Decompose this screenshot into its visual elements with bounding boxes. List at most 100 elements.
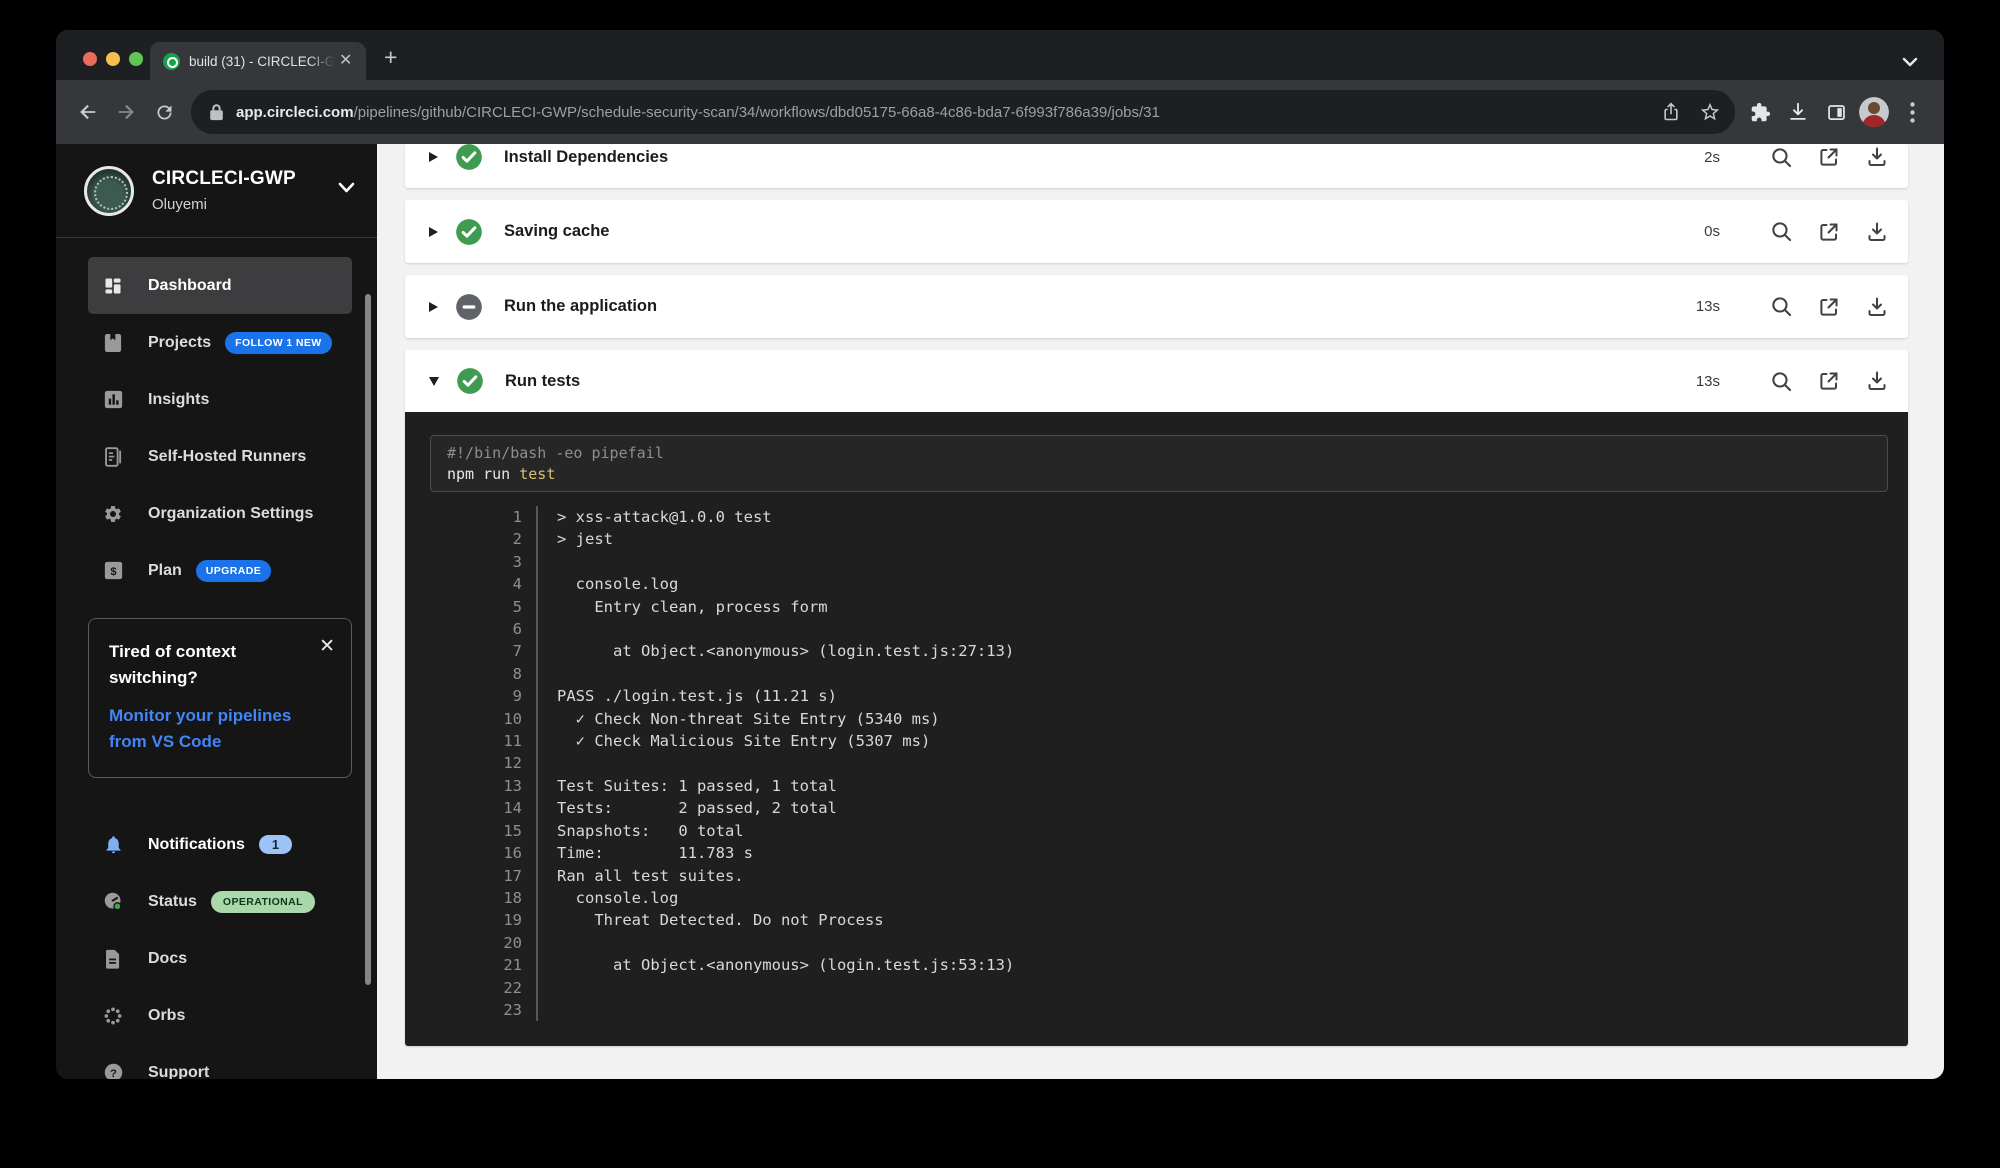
org-name: CIRCLECI-GWP: [152, 168, 296, 189]
sidebar-item-notifications[interactable]: Notifications 1: [88, 816, 352, 873]
terminal-line: 16 Time: 11.783 s: [405, 842, 1888, 865]
sidebar-item-orbs[interactable]: Orbs: [88, 987, 352, 1044]
terminal-line: 21 at Object.<anonymous> (login.test.js:…: [405, 954, 1888, 977]
line-number: 21: [503, 956, 522, 975]
terminal-line: 10 ✓ Check Non-threat Site Entry (5340 m…: [405, 707, 1888, 731]
command-box: #!/bin/bash -eo pipefail npm run test: [430, 435, 1888, 492]
line-number: 2: [512, 530, 522, 549]
org-switcher[interactable]: CIRCLECI-GWP Oluyemi: [56, 144, 377, 238]
line-text: at Object.<anonymous> (login.test.js:27:…: [536, 640, 1014, 663]
browser-menu-dots-icon[interactable]: [1893, 93, 1931, 131]
docs-file-icon: [102, 948, 124, 970]
terminal-line: 23: [405, 998, 1888, 1022]
terminal-line: 13 Test Suites: 1 passed, 1 total: [405, 774, 1888, 798]
minimize-window-button[interactable]: [106, 52, 120, 66]
expand-arrow-icon[interactable]: [429, 226, 438, 237]
url-bar[interactable]: app.circleci.com/pipelines/github/CIRCLE…: [191, 90, 1735, 134]
support-question-icon: ?: [102, 1062, 124, 1079]
step-card-install-dependencies: Install Dependencies 2s: [405, 144, 1908, 188]
sidebar-item-status[interactable]: Status OPERATIONAL: [88, 873, 352, 930]
upgrade-badge[interactable]: UPGRADE: [195, 559, 272, 582]
step-row[interactable]: Install Dependencies 2s: [405, 144, 1908, 188]
browser-tab[interactable]: build (31) - CIRCLECI-GWP/sc ✕: [150, 42, 366, 80]
open-in-new-icon[interactable]: [1816, 144, 1842, 170]
line-number: 20: [503, 933, 522, 952]
extensions-puzzle-icon[interactable]: [1741, 93, 1779, 131]
sidebar-item-plan[interactable]: $ Plan UPGRADE: [88, 542, 352, 599]
tab-search-chevron-icon[interactable]: [1902, 57, 1918, 67]
status-gauge-icon: [102, 891, 124, 913]
line-text: [536, 976, 557, 999]
terminal-line: 20: [405, 931, 1888, 955]
back-icon[interactable]: [69, 93, 107, 131]
new-tab-button[interactable]: +: [384, 46, 397, 69]
shebang-line: #!/bin/bash -eo pipefail: [447, 444, 664, 462]
sidebar-item-insights[interactable]: Insights: [88, 371, 352, 428]
terminal-panel: #!/bin/bash -eo pipefail npm run test 1 >…: [405, 412, 1908, 1047]
vscode-pipelines-link[interactable]: Monitor your pipelines from VS Code: [109, 703, 299, 755]
expand-arrow-icon[interactable]: [429, 152, 438, 162]
search-log-icon[interactable]: [1768, 144, 1794, 170]
success-check-icon: [455, 218, 483, 246]
sidebar-item-docs[interactable]: Docs: [88, 930, 352, 987]
close-icon[interactable]: ✕: [319, 637, 335, 656]
step-row[interactable]: Run the application 13s: [405, 275, 1908, 338]
expand-arrow-icon[interactable]: [429, 301, 438, 312]
side-panel-icon[interactable]: [1817, 93, 1855, 131]
bookmark-star-icon[interactable]: [1699, 101, 1721, 123]
line-text: [536, 618, 557, 641]
line-number: 7: [512, 642, 522, 661]
download-log-icon[interactable]: [1864, 144, 1890, 170]
open-in-new-icon[interactable]: [1816, 219, 1842, 245]
url-text: app.circleci.com/pipelines/github/CIRCLE…: [236, 104, 1643, 121]
line-number: 14: [503, 799, 522, 818]
search-log-icon[interactable]: [1768, 294, 1794, 320]
terminal-line: 9 PASS ./login.test.js (11.21 s): [405, 685, 1888, 708]
sidebar-item-organization-settings[interactable]: Organization Settings: [88, 485, 352, 542]
sidebar-item-support[interactable]: ? Support: [88, 1044, 352, 1079]
open-in-new-icon[interactable]: [1816, 294, 1842, 320]
profile-avatar[interactable]: [1859, 97, 1889, 127]
sidebar-item-self-hosted-runners[interactable]: Self-Hosted Runners: [88, 428, 352, 485]
step-duration: 0s: [1704, 223, 1720, 240]
terminal-line: 19 Threat Detected. Do not Process: [405, 909, 1888, 932]
lock-icon: [209, 103, 224, 121]
line-text: Snapshots: 0 total: [536, 819, 744, 843]
follow-new-badge[interactable]: FOLLOW 1 NEW: [225, 331, 332, 354]
sidebar-item-dashboard[interactable]: Dashboard: [88, 257, 352, 314]
line-text: > jest: [536, 528, 613, 551]
collapse-arrow-icon[interactable]: [429, 376, 439, 386]
step-row[interactable]: Saving cache 0s: [405, 200, 1908, 263]
tab-close-icon[interactable]: ✕: [339, 53, 352, 69]
line-text: Test Suites: 1 passed, 1 total: [536, 774, 837, 798]
download-log-icon[interactable]: [1864, 219, 1890, 245]
reload-icon[interactable]: [145, 93, 183, 131]
sidebar-item-projects[interactable]: Projects FOLLOW 1 NEW: [88, 314, 352, 371]
step-duration: 13s: [1695, 372, 1720, 390]
download-log-icon[interactable]: [1864, 368, 1890, 394]
line-number: 8: [512, 664, 522, 683]
downloads-icon[interactable]: [1779, 93, 1817, 131]
dollar-plan-icon: $: [102, 560, 124, 582]
search-log-icon[interactable]: [1768, 368, 1794, 394]
browser-window: build (31) - CIRCLECI-GWP/sc ✕ + app.cir…: [56, 30, 1944, 1079]
svg-text:?: ?: [110, 1068, 117, 1079]
zoom-window-button[interactable]: [129, 52, 143, 66]
open-in-new-icon[interactable]: [1816, 368, 1842, 394]
line-text: [536, 662, 557, 686]
share-icon[interactable]: [1661, 101, 1681, 123]
org-avatar: [84, 166, 134, 216]
line-number: 23: [503, 1000, 522, 1019]
terminal-line: 8: [405, 662, 1888, 686]
search-log-icon[interactable]: [1768, 219, 1794, 245]
sidebar-scrollbar[interactable]: [365, 294, 371, 985]
step-row[interactable]: Run tests 13s: [405, 350, 1908, 412]
line-text: [536, 931, 557, 955]
download-log-icon[interactable]: [1864, 294, 1890, 320]
line-number: 3: [512, 552, 522, 571]
close-window-button[interactable]: [83, 52, 97, 66]
line-text: PASS ./login.test.js (11.21 s): [536, 685, 837, 708]
chevron-down-icon[interactable]: [338, 182, 355, 193]
forward-icon[interactable]: [107, 93, 145, 131]
line-text: Tests: 2 passed, 2 total: [536, 797, 837, 820]
